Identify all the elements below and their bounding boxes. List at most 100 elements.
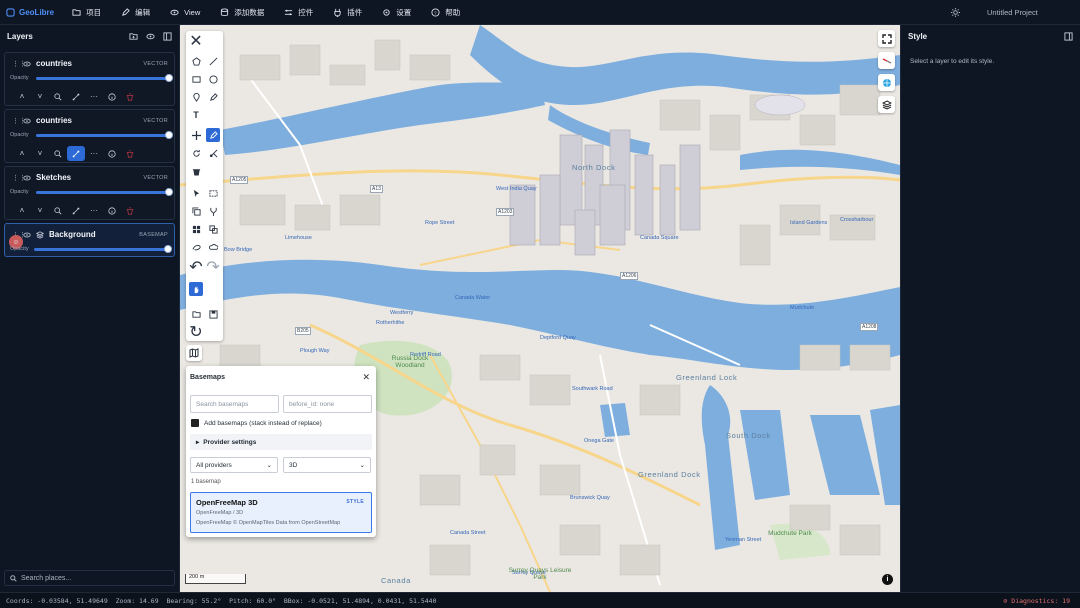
provider-filter-select[interactable]: All providers ⌄ xyxy=(190,457,278,473)
union-tool[interactable] xyxy=(206,222,220,236)
move-up-button[interactable]: ˄ xyxy=(13,203,31,218)
rotate-tool[interactable] xyxy=(189,146,203,160)
polygon-tool[interactable] xyxy=(189,54,203,68)
menu-project[interactable]: 项目 xyxy=(62,0,111,25)
marker-tool[interactable] xyxy=(189,90,203,104)
opacity-slider[interactable] xyxy=(36,188,173,196)
layer-item-countries-1[interactable]: ⋮⋮ countries VECTOR Opacity ˄ ˅ ··· xyxy=(4,52,175,106)
slider-knob[interactable] xyxy=(165,74,173,82)
move-down-button[interactable]: ˅ xyxy=(31,146,49,161)
more-button[interactable]: ··· xyxy=(85,203,103,218)
before-id-input[interactable]: before_id: none xyxy=(283,395,372,413)
layer-name[interactable]: countries xyxy=(36,116,72,125)
zoom-to-layer-button[interactable] xyxy=(49,203,67,218)
menu-plugins[interactable]: 插件 xyxy=(323,0,372,25)
zoom-to-layer-button[interactable] xyxy=(49,89,67,104)
close-icon[interactable]: ✕ xyxy=(362,372,370,383)
delete-feature-tool[interactable] xyxy=(189,164,203,178)
edit-geometry-button[interactable] xyxy=(67,203,85,218)
lasso-tool[interactable] xyxy=(189,240,203,254)
opacity-slider[interactable] xyxy=(34,245,172,253)
map-canvas[interactable]: North Dock Greenland Lock South Dock Gre… xyxy=(180,25,900,592)
menu-settings[interactable]: 设置 xyxy=(372,0,421,25)
open-file-button[interactable] xyxy=(189,307,203,321)
layer-name[interactable]: countries xyxy=(36,59,72,68)
info-button[interactable] xyxy=(103,146,121,161)
copy-tool[interactable] xyxy=(189,204,203,218)
layer-item-sketches[interactable]: ⋮⋮ Sketches VECTOR Opacity ˄ ˅ ··· xyxy=(4,166,175,220)
delete-button[interactable] xyxy=(121,203,139,218)
collapse-panel-icon[interactable] xyxy=(163,31,172,41)
drag-handle-icon[interactable]: ⋮⋮ xyxy=(12,117,26,125)
box-select-tool[interactable] xyxy=(206,186,220,200)
layer-item-countries-2[interactable]: ⋮⋮ countries VECTOR Opacity ˄ ˅ ··· xyxy=(4,109,175,163)
theme-toggle[interactable] xyxy=(943,0,968,25)
eye-icon[interactable] xyxy=(23,117,31,125)
provider-settings-toggle[interactable]: ▸ Provider settings xyxy=(190,434,372,450)
move-up-button[interactable]: ˄ xyxy=(13,89,31,104)
compass-button[interactable] xyxy=(878,52,895,69)
select-tool[interactable] xyxy=(189,186,203,200)
close-draw-button[interactable]: ✕ xyxy=(189,33,203,50)
text-tool[interactable]: T xyxy=(189,108,203,122)
collapse-panel-icon[interactable] xyxy=(1064,31,1073,41)
globe-button[interactable] xyxy=(878,74,895,91)
eye-icon[interactable] xyxy=(23,231,31,239)
merge-tool[interactable] xyxy=(206,204,220,218)
save-file-button[interactable] xyxy=(206,307,220,321)
search-places-input[interactable]: Search places... xyxy=(4,570,175,586)
visibility-all-icon[interactable] xyxy=(146,32,155,41)
more-button[interactable]: ··· xyxy=(85,146,103,161)
slider-knob[interactable] xyxy=(164,245,172,253)
mode-filter-select[interactable]: 3D ⌄ xyxy=(283,457,371,473)
move-up-button[interactable]: ˄ xyxy=(13,146,31,161)
app-brand[interactable]: GeoLibre xyxy=(0,8,62,17)
more-button[interactable]: ··· xyxy=(85,89,103,104)
rectangle-tool[interactable] xyxy=(189,72,203,86)
edit-geometry-button[interactable] xyxy=(67,146,85,161)
fullscreen-button[interactable] xyxy=(878,30,895,47)
redo-button[interactable]: ↷ xyxy=(206,259,220,276)
checkbox-box[interactable] xyxy=(191,419,199,427)
delete-button[interactable] xyxy=(121,89,139,104)
layer-name[interactable]: Sketches xyxy=(36,173,71,182)
move-down-button[interactable]: ˅ xyxy=(31,89,49,104)
info-button[interactable] xyxy=(103,203,121,218)
edit-geometry-button[interactable] xyxy=(67,89,85,104)
project-title[interactable]: Untitled Project xyxy=(968,8,1080,17)
layer-name[interactable]: Background xyxy=(49,230,96,239)
attribution-info-button[interactable]: i xyxy=(882,574,893,585)
opacity-slider[interactable] xyxy=(36,74,173,82)
menu-add-data[interactable]: 添加数据 xyxy=(210,0,274,25)
move-down-button[interactable]: ˅ xyxy=(31,203,49,218)
layer-item-background[interactable]: ⋮⋮ Background BASEMAP ☺ Opacity xyxy=(4,223,175,257)
delete-button[interactable] xyxy=(121,146,139,161)
undo-button[interactable]: ↶ xyxy=(189,259,203,276)
layers-control-button[interactable] xyxy=(878,96,895,113)
move-tool[interactable] xyxy=(189,128,203,142)
drag-handle-icon[interactable]: ⋮⋮ xyxy=(12,174,26,182)
opacity-slider[interactable] xyxy=(36,131,173,139)
basemap-card[interactable]: OpenFreeMap 3D STYLE OpenFreeMap / 3D Op… xyxy=(190,492,372,533)
pan-tool[interactable] xyxy=(189,282,203,296)
menu-edit[interactable]: 编辑 xyxy=(111,0,160,25)
buffer-tool[interactable] xyxy=(206,240,220,254)
drag-handle-icon[interactable]: ⋮⋮ xyxy=(12,60,26,68)
line-tool[interactable] xyxy=(206,54,220,68)
eye-icon[interactable] xyxy=(23,60,31,68)
zoom-to-layer-button[interactable] xyxy=(49,146,67,161)
split-tool[interactable] xyxy=(206,146,220,160)
menu-help[interactable]: ? 帮助 xyxy=(421,0,470,25)
eye-icon[interactable] xyxy=(23,174,31,182)
add-basemaps-checkbox[interactable]: Add basemaps (stack instead of replace) xyxy=(191,419,322,427)
diagnostics-indicator[interactable]: ⊘ Diagnostics: 19 xyxy=(1003,597,1070,605)
grid-tool[interactable] xyxy=(189,222,203,236)
edit-tool[interactable] xyxy=(206,128,220,142)
basemap-toggle-button[interactable] xyxy=(186,345,202,361)
reset-button[interactable]: ↻ xyxy=(189,324,203,341)
menu-controls[interactable]: 控件 xyxy=(274,0,323,25)
menu-view[interactable]: View xyxy=(160,0,210,25)
info-button[interactable] xyxy=(103,89,121,104)
freehand-tool[interactable] xyxy=(206,90,220,104)
circle-tool[interactable] xyxy=(206,72,220,86)
